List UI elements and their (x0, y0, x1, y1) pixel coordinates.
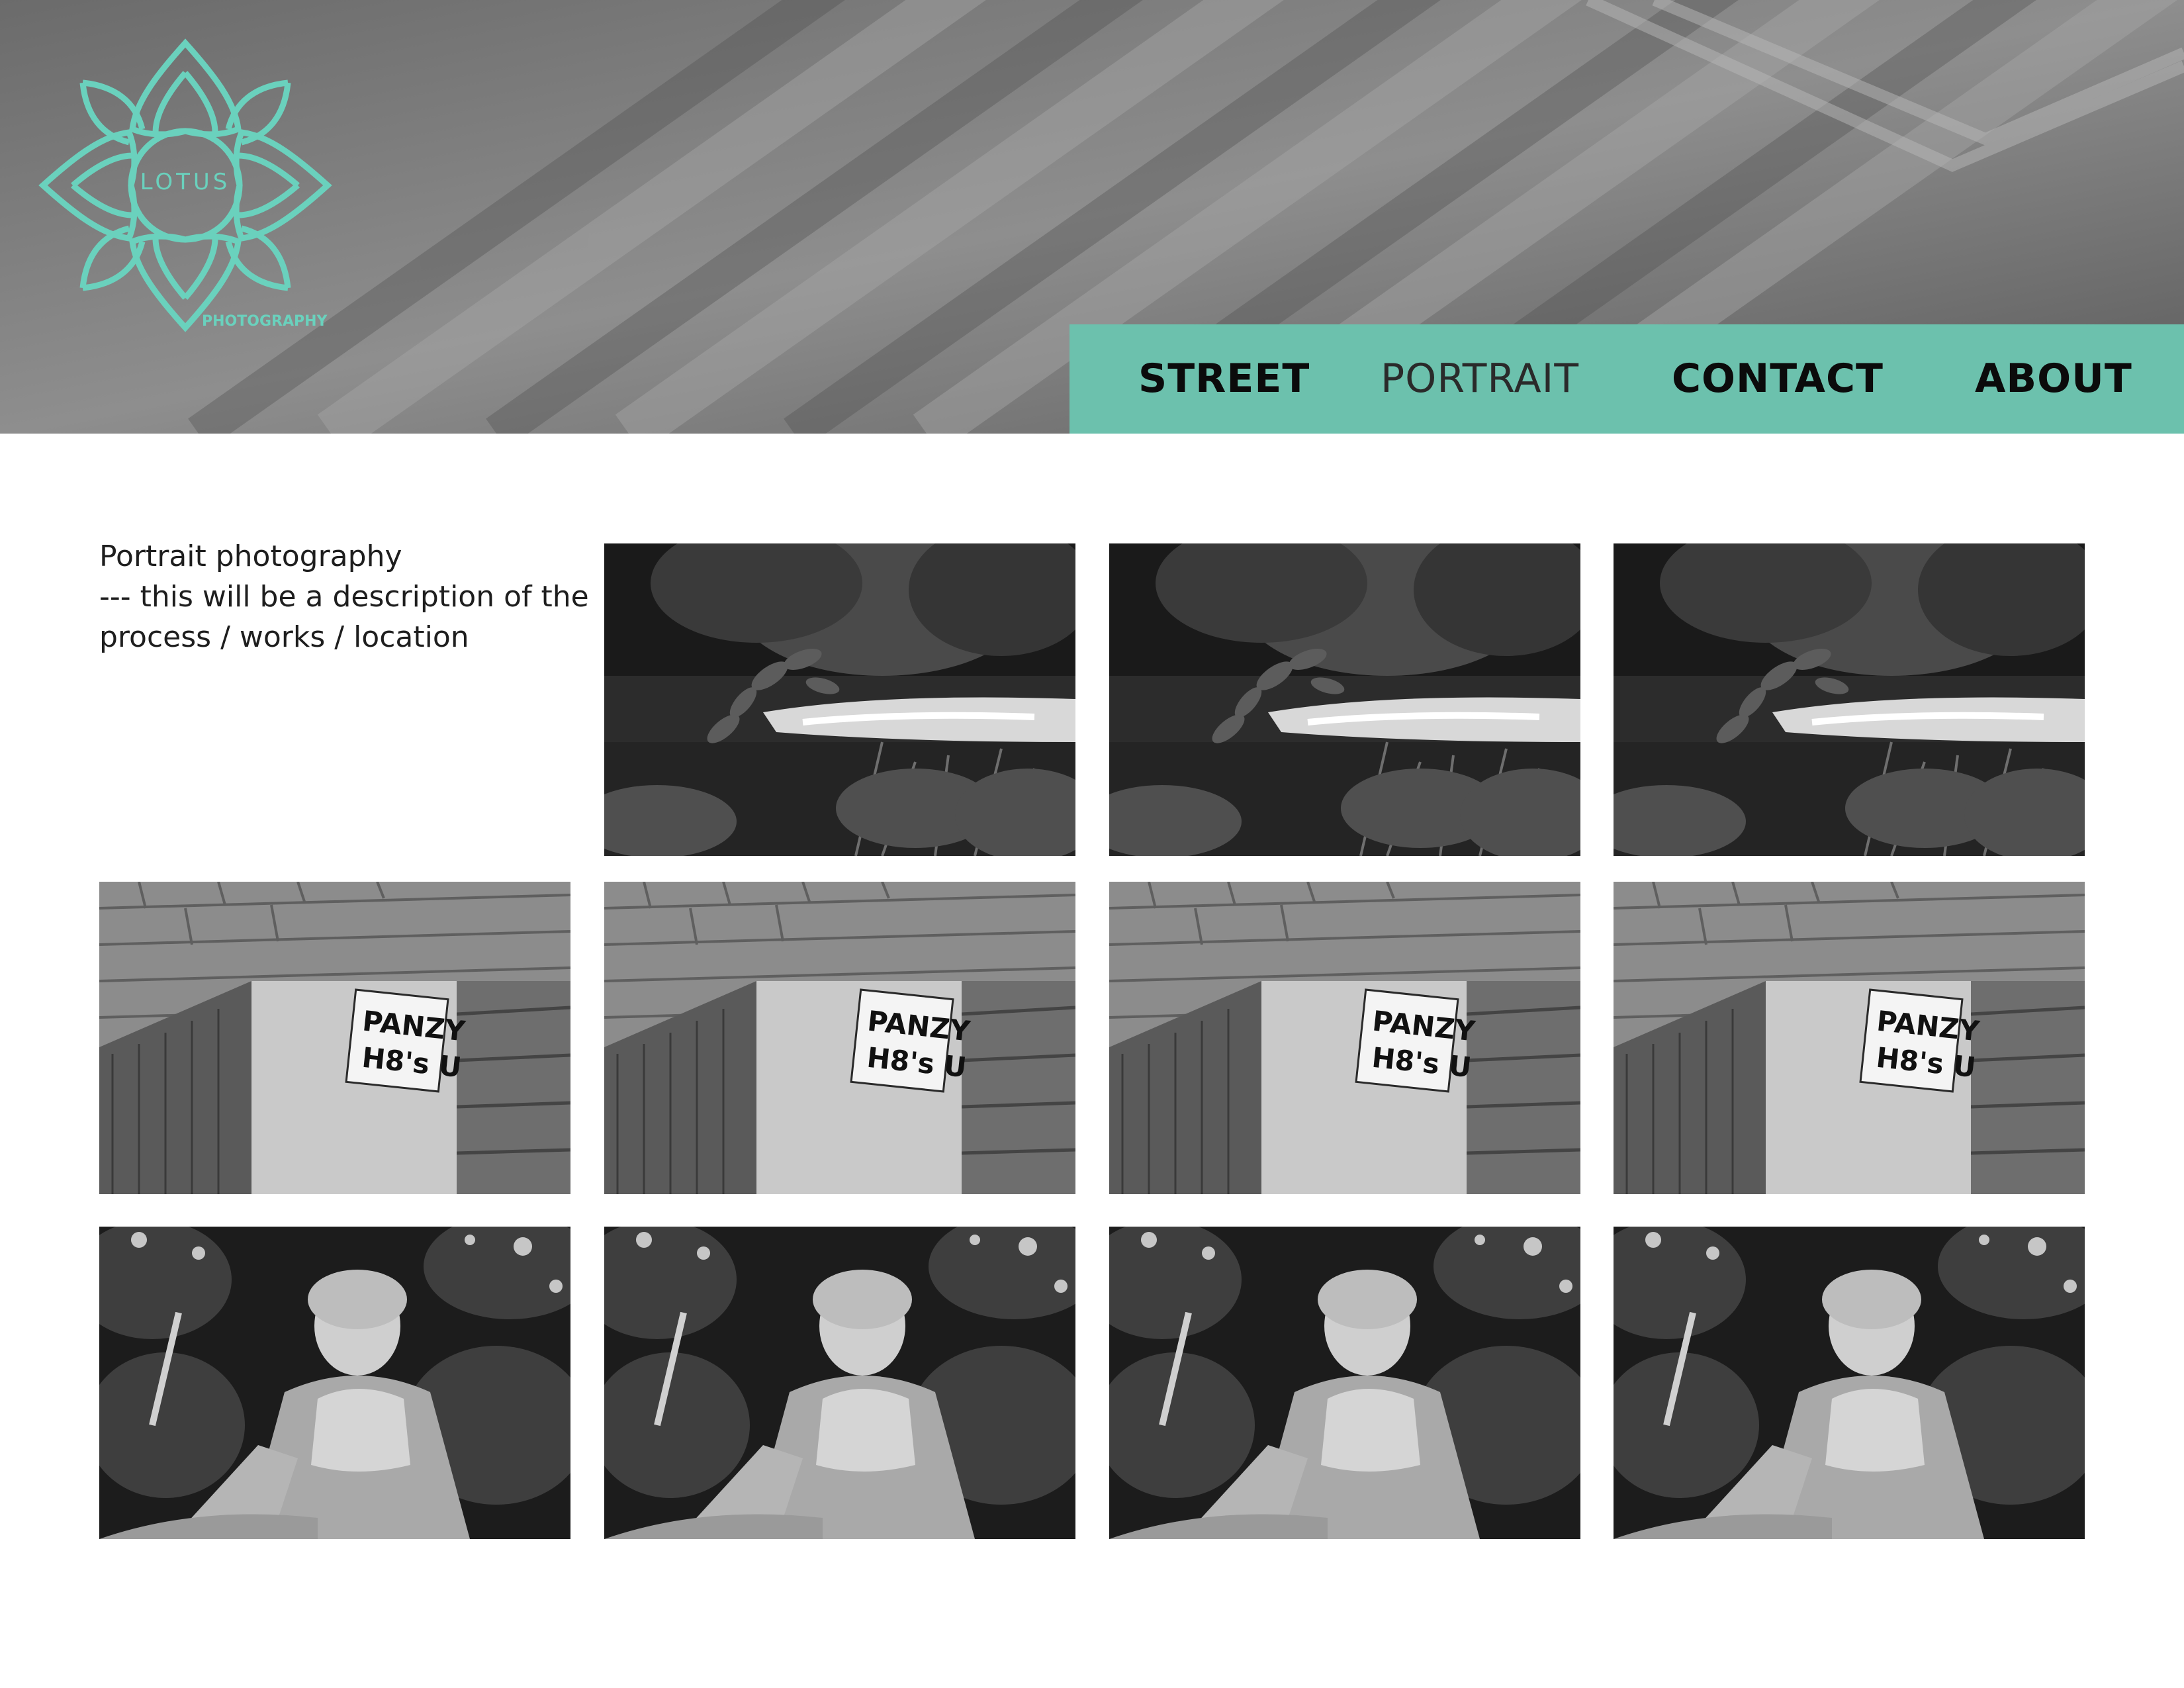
intro-text: Portrait photography --- this will be a … (99, 536, 589, 657)
header-banner: LOTUS PHOTOGRAPHY STREET PORTRAIT CONTAC… (0, 0, 2184, 434)
photo-sticker-3[interactable]: PANZY H8's U (1109, 882, 1580, 1194)
photo-sticker-1[interactable]: PANZY H8's U (99, 882, 570, 1194)
logo-wordmark: LOTUS (140, 169, 231, 195)
photo-statue-1[interactable] (99, 1227, 570, 1539)
photo-statue-4[interactable] (1614, 1227, 2085, 1539)
nav-portrait[interactable]: PORTRAIT (1381, 324, 1579, 434)
nav-street[interactable]: STREET (1138, 324, 1310, 434)
logo-tagline: PHOTOGRAPHY (202, 313, 328, 330)
photo-river-2[interactable] (1109, 543, 1580, 856)
photo-statue-2[interactable] (604, 1227, 1075, 1539)
main-nav: STREET PORTRAIT CONTACT ABOUT (1069, 324, 2184, 434)
photo-statue-3[interactable] (1109, 1227, 1580, 1539)
photo-river-1[interactable] (604, 543, 1075, 856)
nav-about[interactable]: ABOUT (1975, 324, 2132, 434)
photo-sticker-2[interactable]: PANZY H8's U (604, 882, 1075, 1194)
intro-line-3: process / works / location (99, 620, 469, 654)
photo-sticker-4[interactable]: PANZY H8's U (1614, 882, 2085, 1194)
nav-contact[interactable]: CONTACT (1672, 324, 1884, 434)
intro-line-2: --- this will be a description of the (99, 580, 589, 614)
photo-river-3[interactable] (1614, 543, 2085, 856)
intro-line-1: Portrait photography (99, 539, 402, 573)
